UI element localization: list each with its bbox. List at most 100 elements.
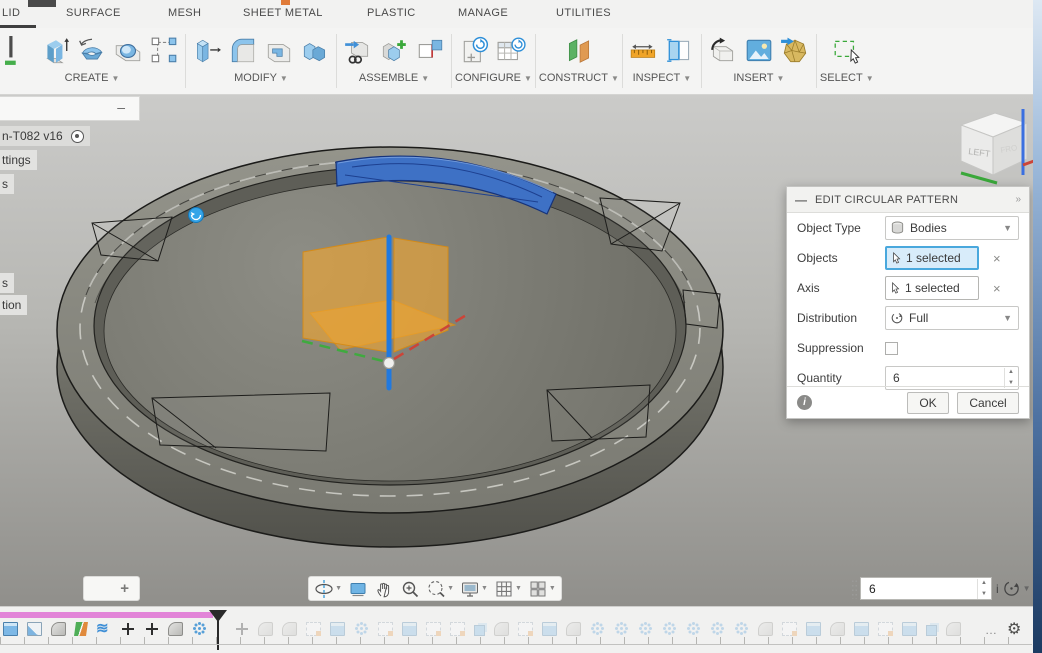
shell-button[interactable]: [261, 33, 297, 69]
select-window-button[interactable]: [829, 33, 865, 69]
dialog-expand-icon[interactable]: »: [1015, 194, 1021, 205]
axis-select-button[interactable]: 1 selected: [885, 276, 979, 300]
timeline-feature-extrude[interactable]: [542, 622, 557, 636]
timeline-feature-fillet[interactable]: [282, 622, 297, 636]
viewcube[interactable]: LEFT FRO: [943, 103, 1035, 187]
configuration-table-button[interactable]: [493, 33, 529, 69]
timeline-feature-shell[interactable]: [27, 622, 42, 636]
timeline-feature-extrude[interactable]: [3, 622, 18, 636]
timeline-feature-fillet[interactable]: [946, 622, 961, 636]
grid-button[interactable]: ▼: [491, 579, 525, 599]
timeline-feature-coil[interactable]: [96, 622, 111, 636]
timeline-feature-sketch[interactable]: [426, 622, 441, 636]
canvas-button[interactable]: [741, 33, 777, 69]
origin-point[interactable]: [384, 358, 395, 369]
orbit-button[interactable]: ▼: [311, 579, 345, 599]
timeline-feature-sketch[interactable]: [518, 622, 533, 636]
objects-clear-icon[interactable]: ×: [993, 251, 1001, 266]
timeline-feature-fillet[interactable]: [758, 622, 773, 636]
cancel-button[interactable]: Cancel: [957, 392, 1019, 414]
configure-menu[interactable]: CONFIGURE▼: [455, 72, 532, 84]
timeline-settings-gear-icon[interactable]: ⚙: [1007, 619, 1021, 639]
browser-panel-header[interactable]: –: [0, 96, 140, 121]
configuration-button[interactable]: [457, 33, 493, 69]
section-analysis-button[interactable]: [662, 33, 698, 69]
display-settings-button[interactable]: ▼: [457, 579, 491, 599]
browser-item[interactable]: tion: [0, 295, 27, 315]
info-icon[interactable]: i: [797, 395, 812, 410]
window-zoom-button[interactable]: ▼: [423, 579, 457, 599]
dialog-header[interactable]: — EDIT CIRCULAR PATTERN »: [787, 187, 1029, 213]
timeline-ticks[interactable]: [0, 637, 1032, 645]
3d-viewport[interactable]: – n-T082 v16ttingssstion LEFT FRO — EDIT…: [0, 95, 1033, 606]
chevron-down-icon[interactable]: ▼: [1023, 584, 1031, 593]
timeline-feature-move[interactable]: [234, 622, 249, 636]
timeline-feature-circular-pattern[interactable]: [734, 622, 749, 636]
timeline-feature-move[interactable]: [120, 622, 135, 636]
timeline-feature-sketch[interactable]: [450, 622, 465, 636]
sketch-edge-button[interactable]: [2, 33, 38, 69]
modify-menu[interactable]: MODIFY▼: [234, 72, 288, 84]
axis-clear-icon[interactable]: ×: [993, 281, 1001, 296]
revolve-button[interactable]: [74, 33, 110, 69]
timeline-feature-fillet[interactable]: [494, 622, 509, 636]
timeline-feature-circular-pattern[interactable]: [354, 622, 369, 636]
rotate-manipulator-icon[interactable]: [189, 208, 204, 223]
timeline-feature-fillet[interactable]: [566, 622, 581, 636]
rotate-icon[interactable]: [1002, 579, 1021, 598]
object-type-dropdown[interactable]: Bodies ▼: [885, 216, 1019, 240]
combine-button[interactable]: [297, 33, 333, 69]
browser-collapse-icon[interactable]: –: [117, 99, 125, 115]
suppression-checkbox[interactable]: [885, 342, 898, 355]
joint-button[interactable]: [340, 33, 376, 69]
timeline-feature-circular-pattern[interactable]: [686, 622, 701, 636]
hud-quantity-input[interactable]: 6 ▲▼: [860, 577, 992, 600]
browser-item[interactable]: n-T082 v16: [0, 126, 90, 146]
timeline-feature-fillet[interactable]: [830, 622, 845, 636]
timeline-feature-extrude[interactable]: [402, 622, 417, 636]
timeline-feature-fillet[interactable]: [51, 622, 66, 636]
browser-item[interactable]: s: [0, 174, 14, 194]
tab-lid[interactable]: LID: [2, 7, 20, 19]
create-menu[interactable]: CREATE▼: [65, 72, 120, 84]
objects-select-button[interactable]: 1 selected: [885, 246, 979, 270]
timeline-feature-circular-pattern[interactable]: [662, 622, 677, 636]
select-menu[interactable]: SELECT▼: [820, 72, 874, 84]
hole-button[interactable]: [110, 33, 146, 69]
tab-mesh[interactable]: MESH: [168, 7, 201, 19]
derive-button[interactable]: [705, 33, 741, 69]
timeline-feature-fillet[interactable]: [168, 622, 183, 636]
viewports-button[interactable]: ▼: [525, 579, 559, 599]
timeline-feature-sketch[interactable]: [782, 622, 797, 636]
timeline-feature-combine[interactable]: [926, 625, 937, 636]
ok-button[interactable]: OK: [907, 392, 949, 414]
fillet-button[interactable]: [225, 33, 261, 69]
look-at-button[interactable]: [345, 579, 371, 599]
timeline-feature-circular-pattern[interactable]: [590, 622, 605, 636]
hud-drag-grip[interactable]: [851, 579, 858, 599]
tab-utilities[interactable]: UTILITIES: [556, 7, 611, 19]
construction-planes-button[interactable]: [561, 33, 597, 69]
tab-sheet-metal[interactable]: SHEET METAL: [243, 7, 323, 19]
rectangular-pattern-button[interactable]: [146, 33, 182, 69]
timeline-feature-extrude[interactable]: [330, 622, 345, 636]
tab-manage[interactable]: MANAGE: [458, 7, 508, 19]
timeline-feature-sketch[interactable]: [306, 622, 321, 636]
timeline-group-bar[interactable]: [0, 612, 213, 618]
browser-item[interactable]: ttings: [0, 150, 37, 170]
insert-menu[interactable]: INSERT▼: [733, 72, 784, 84]
hud-quantity-spinner[interactable]: ▲▼: [977, 579, 990, 599]
timeline-feature-circular-pattern[interactable]: [192, 622, 207, 636]
distribution-dropdown[interactable]: Full ▼: [885, 306, 1019, 330]
construct-menu[interactable]: CONSTRUCT▼: [539, 72, 619, 84]
timeline-feature-extrude[interactable]: [806, 622, 821, 636]
timeline-feature-extrude[interactable]: [854, 622, 869, 636]
timeline-feature-circular-pattern[interactable]: [710, 622, 725, 636]
extrude-button[interactable]: [38, 33, 74, 69]
capture-position-button[interactable]: [412, 33, 448, 69]
timeline-feature-circular-pattern[interactable]: [638, 622, 653, 636]
insert-mesh-button[interactable]: [777, 33, 813, 69]
timeline-feature-sketch[interactable]: [378, 622, 393, 636]
press-pull-button[interactable]: [189, 33, 225, 69]
timeline-feature-circular-pattern[interactable]: [614, 622, 629, 636]
